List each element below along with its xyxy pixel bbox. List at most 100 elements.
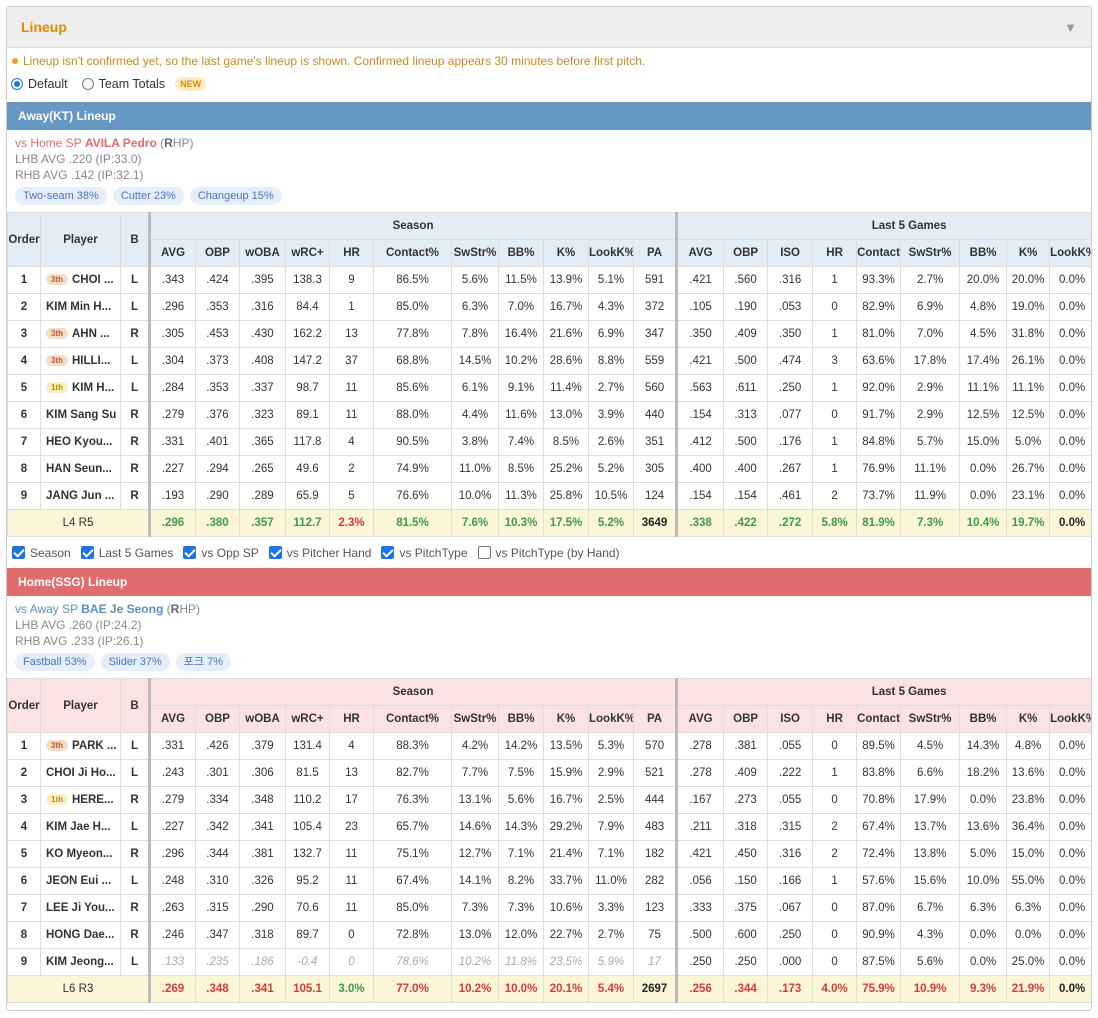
col-header-season-k[interactable]: K% xyxy=(543,705,589,733)
filter-checkbox-vs-pitchtype-by-hand-[interactable]: vs PitchType (by Hand) xyxy=(477,546,620,560)
player-name[interactable]: KIM H... xyxy=(72,382,114,394)
table-row[interactable]: 6 JEON Eui ... L .248.310.326 95.2 11 67.4% 14.… xyxy=(7,867,1091,895)
col-header-season-wrc[interactable]: wRC+ xyxy=(285,705,330,733)
table-row[interactable]: 8 HONG Dae... R .246.347.318 89.7 0 72.8% 13.0%… xyxy=(7,921,1091,949)
checkbox-box[interactable] xyxy=(80,546,94,559)
col-header-season-avg[interactable]: AVG xyxy=(148,705,196,733)
table-row[interactable]: 4 KIM Jae H... L .227.342.341 105.4 23 65.7% 14… xyxy=(7,813,1091,841)
col-header-season-swstr[interactable]: SwStr% xyxy=(451,239,499,267)
panel-header[interactable]: Lineup ▼ xyxy=(7,7,1091,48)
pitch-type-pill[interactable]: Two-seam 38% xyxy=(15,187,107,205)
col-header-last5-bb[interactable]: BB% xyxy=(959,705,1008,733)
radio-team-button[interactable] xyxy=(81,78,94,90)
col-header-last5-iso[interactable]: ISO xyxy=(767,705,814,733)
away-sp-name[interactable]: AVILA Pedro xyxy=(85,136,157,150)
col-header-last5-contact[interactable]: Contact% xyxy=(856,705,902,733)
col-header-season-woba[interactable]: wOBA xyxy=(239,705,286,733)
collapse-triangle-icon[interactable]: ▼ xyxy=(1064,20,1077,35)
col-header-season-obp[interactable]: OBP xyxy=(195,239,240,267)
radio-default[interactable]: Default xyxy=(11,77,68,91)
player-name-cell[interactable]: KIM Jeong... xyxy=(40,948,121,976)
table-row[interactable]: 7 LEE Ji You... R .263.315.290 70.6 11 85.0% 7.… xyxy=(7,894,1091,922)
col-header-season-woba[interactable]: wOBA xyxy=(239,239,286,267)
player-name[interactable]: JEON Eui ... xyxy=(46,875,111,887)
checkbox-box[interactable] xyxy=(381,546,395,559)
table-row[interactable]: 6 KIM Sang Su R .279.376.323 89.1 11 88.0% 4.4%… xyxy=(7,401,1091,429)
col-header-last5-lookk[interactable]: LookK% xyxy=(1049,705,1091,733)
col-header-last5-avg[interactable]: AVG xyxy=(675,239,725,267)
col-header-last5-k[interactable]: K% xyxy=(1006,239,1051,267)
col-header-season-k[interactable]: K% xyxy=(543,239,589,267)
player-name[interactable]: HERE... xyxy=(72,794,114,806)
col-header-season-pa[interactable]: PA xyxy=(632,239,678,267)
col-header-last5-contact[interactable]: Contact% xyxy=(856,239,902,267)
checkbox-box[interactable] xyxy=(268,546,282,559)
table-row[interactable]: 3 3th AHN ... R .305.453.430 162.2 13 77.8% 7.8%… xyxy=(7,320,1091,348)
player-name[interactable]: HONG Dae... xyxy=(46,929,114,941)
col-header-season-avg[interactable]: AVG xyxy=(148,239,196,267)
col-header-last5-hr[interactable]: HR xyxy=(812,705,858,733)
table-row[interactable]: 2 KIM Min H... L .296.353.316 84.4 1 85.0% 6.3%… xyxy=(7,293,1091,321)
table-row[interactable]: 1 3th PARK ... L .331.426.379 131.4 4 88.3% 4.2%… xyxy=(7,732,1091,760)
home-sp-name[interactable]: BAE Je Seong xyxy=(81,602,163,616)
filter-checkbox-last-5-games[interactable]: Last 5 Games xyxy=(80,546,173,560)
filter-checkbox-vs-pitcher-hand[interactable]: vs Pitcher Hand xyxy=(268,546,371,560)
table-row[interactable]: 2 CHOI Ji Ho... L .243.301.306 81.5 13 82.7% 7.… xyxy=(7,759,1091,787)
table-row[interactable]: 7 HEO Kyou... R .331.401.365 117.8 4 90.5% 3.8%… xyxy=(7,428,1091,456)
table-row[interactable]: 1 3th CHOI ... L .343.424.395 138.3 9 86.5% 5.6%… xyxy=(7,266,1091,294)
player-name-cell[interactable]: KIM Min H... xyxy=(40,293,121,321)
col-header-season-obp[interactable]: OBP xyxy=(195,705,240,733)
pitch-type-pill[interactable]: 포크 7% xyxy=(175,653,231,671)
player-name-cell[interactable]: JANG Jun ... xyxy=(40,482,121,510)
player-name-cell[interactable]: JEON Eui ... xyxy=(40,867,121,895)
pitch-type-pill[interactable]: Cutter 23% xyxy=(112,187,184,205)
radio-team-totals[interactable]: Team Totals xyxy=(81,77,165,91)
col-header-season-lookk[interactable]: LookK% xyxy=(588,239,634,267)
player-name-cell[interactable]: HEO Kyou... xyxy=(40,428,121,456)
filter-checkbox-vs-opp-sp[interactable]: vs Opp SP xyxy=(183,546,259,560)
col-header-season-bb[interactable]: BB% xyxy=(498,239,544,267)
table-row[interactable]: 5 1th KIM H... L .284.353.337 98.7 11 85.6% 6.1%… xyxy=(7,374,1091,402)
player-name-cell[interactable]: 3th PARK ... xyxy=(40,732,121,760)
player-name-cell[interactable]: KO Myeon... xyxy=(40,840,121,868)
player-name-cell[interactable]: LEE Ji You... xyxy=(40,894,121,922)
pitch-type-pill[interactable]: Slider 37% xyxy=(100,653,170,671)
player-name[interactable]: KIM Min H... xyxy=(46,301,111,313)
player-name[interactable]: PARK ... xyxy=(72,740,117,752)
player-name[interactable]: KIM Sang Su xyxy=(46,409,116,421)
table-row[interactable]: 8 HAN Seun... R .227.294.265 49.6 2 74.9% 11.0%… xyxy=(7,455,1091,483)
filter-checkbox-season[interactable]: Season xyxy=(12,546,71,560)
player-name[interactable]: KO Myeon... xyxy=(46,848,112,860)
player-name[interactable]: JANG Jun ... xyxy=(46,490,114,502)
filter-checkbox-vs-pitchtype[interactable]: vs PitchType xyxy=(381,546,468,560)
col-header-season-contact[interactable]: Contact% xyxy=(373,239,452,267)
table-row[interactable]: 3 1th HERE... R .279.334.348 110.2 17 76.3% 13.1… xyxy=(7,786,1091,814)
col-header-last5-obp[interactable]: OBP xyxy=(723,705,769,733)
pitch-type-pill[interactable]: Changeup 15% xyxy=(189,187,282,205)
player-name[interactable]: HEO Kyou... xyxy=(46,436,112,448)
col-header-last5-hr[interactable]: HR xyxy=(812,239,858,267)
table-row[interactable]: 9 KIM Jeong... L .133.235.186 -0.4 0 78.6% 10.2… xyxy=(7,948,1091,976)
pitch-type-pill[interactable]: Fastball 53% xyxy=(15,653,95,671)
player-name[interactable]: KIM Jeong... xyxy=(46,956,114,968)
checkbox-box[interactable] xyxy=(477,546,491,559)
player-name[interactable]: AHN ... xyxy=(72,328,110,340)
col-header-season-hr[interactable]: HR xyxy=(329,239,374,267)
player-name[interactable]: CHOI Ji Ho... xyxy=(46,767,116,779)
col-header-season-lookk[interactable]: LookK% xyxy=(588,705,634,733)
radio-default-button[interactable] xyxy=(11,78,23,90)
table-row[interactable]: 9 JANG Jun ... R .193.290.289 65.9 5 76.6% 10.0… xyxy=(7,482,1091,510)
col-header-last5-swstr[interactable]: SwStr% xyxy=(900,705,961,733)
player-name-cell[interactable]: KIM Sang Su xyxy=(40,401,121,429)
col-header-last5-swstr[interactable]: SwStr% xyxy=(900,239,961,267)
player-name-cell[interactable]: CHOI Ji Ho... xyxy=(40,759,121,787)
player-name[interactable]: HILLI... xyxy=(72,355,110,367)
player-name-cell[interactable]: KIM Jae H... xyxy=(40,813,121,841)
player-name-cell[interactable]: 3th HILLI... xyxy=(40,347,121,375)
col-header-season-bb[interactable]: BB% xyxy=(498,705,544,733)
player-name[interactable]: CHOI ... xyxy=(72,274,114,286)
player-name-cell[interactable]: 3th CHOI ... xyxy=(40,266,121,294)
player-name-cell[interactable]: HONG Dae... xyxy=(40,921,121,949)
col-header-season-swstr[interactable]: SwStr% xyxy=(451,705,499,733)
col-header-last5-iso[interactable]: ISO xyxy=(767,239,814,267)
